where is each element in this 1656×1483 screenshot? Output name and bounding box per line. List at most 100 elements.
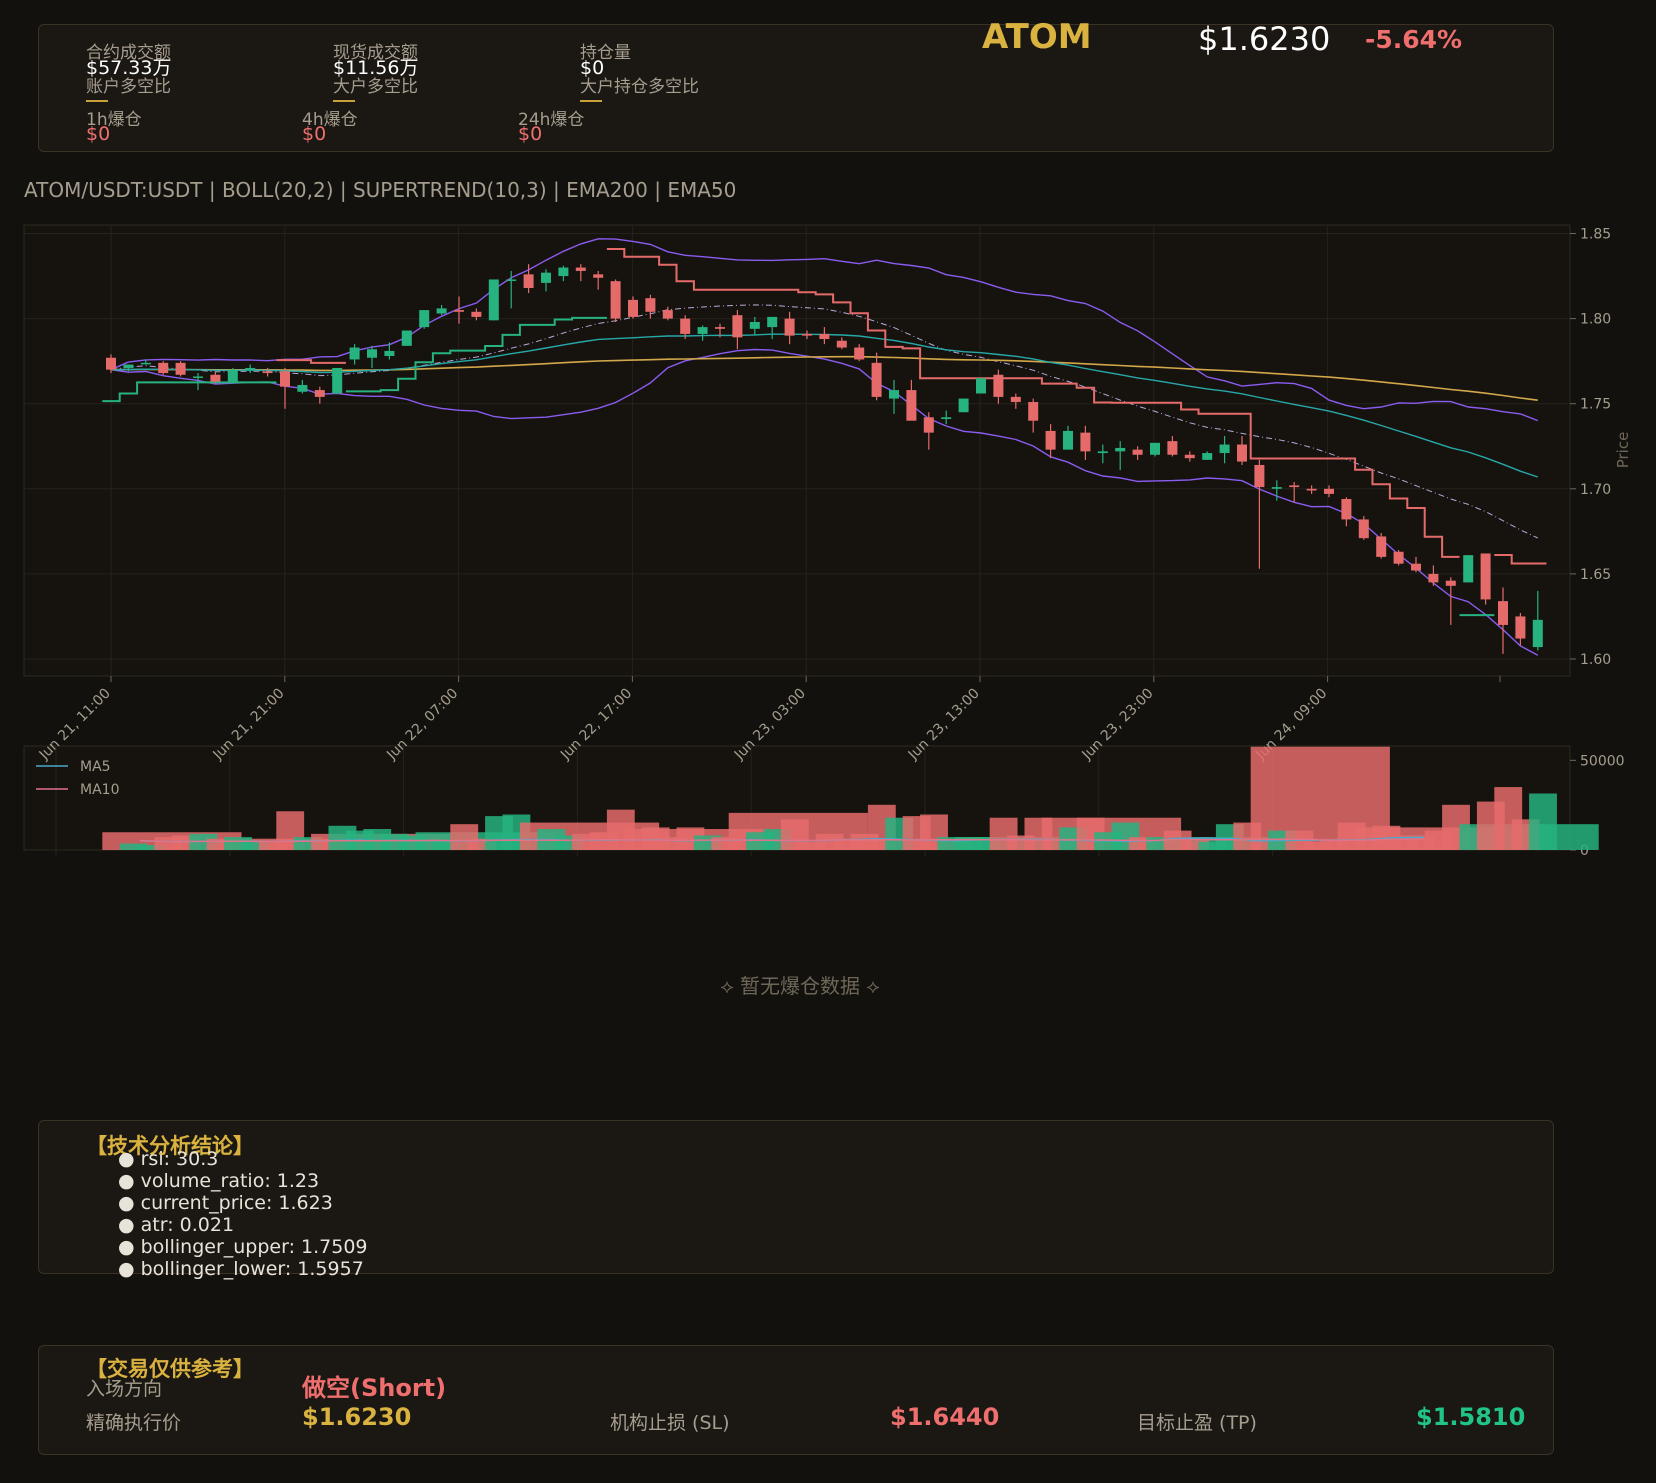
candle-body [1237, 444, 1247, 462]
candle-body [645, 298, 656, 312]
candle-body [1376, 536, 1387, 557]
candle-body [732, 315, 743, 338]
candle-body [541, 272, 551, 283]
candle-body [1132, 449, 1143, 455]
candle-body [889, 390, 899, 399]
price-chart: 1.851.801.751.701.651.60PriceJun 21, 11:… [23, 224, 1632, 859]
candle-body [1010, 396, 1021, 402]
candle-body [436, 308, 447, 314]
analysis-item: current_price: 1.623 [118, 1192, 333, 1214]
candle-body [471, 311, 482, 317]
candle-body [106, 357, 116, 370]
candle-body [1341, 499, 1352, 520]
candle-body [819, 333, 830, 340]
analysis-item: bollinger_lower: 1.5957 [118, 1258, 364, 1280]
analysis-item: volume_ratio: 1.23 [118, 1170, 319, 1192]
legend-label: MA5 [80, 759, 111, 775]
candle-body [1254, 464, 1265, 488]
candle-body [941, 417, 952, 420]
candle-body [680, 318, 691, 334]
candle-body [1324, 488, 1334, 494]
volume-bar [1529, 793, 1557, 850]
y-tick-label: 1.60 [1580, 652, 1611, 668]
analysis-item: atr: 0.021 [118, 1214, 234, 1236]
candle-body [175, 362, 186, 375]
candle-body [836, 340, 847, 348]
candle-body [662, 310, 673, 319]
y-tick-label: 1.65 [1580, 567, 1611, 583]
candle-body [1306, 488, 1317, 491]
volume-y-tick-label: 50000 [1580, 753, 1625, 769]
candle-body [1445, 580, 1456, 586]
candle-body [906, 390, 917, 421]
candle-body [332, 367, 343, 394]
entry-price-value: $1.6230 [302, 1403, 412, 1431]
candle-body [401, 330, 412, 346]
candle-body [1202, 453, 1213, 460]
take-profit-value: $1.5810 [1416, 1403, 1526, 1431]
candle-body [1480, 553, 1491, 600]
candle-body [610, 281, 621, 319]
candle-body [454, 310, 464, 312]
stop-loss-value: $1.6440 [890, 1403, 1000, 1431]
candle-body [1393, 551, 1404, 564]
candle-body [1271, 487, 1282, 489]
candle-body [575, 267, 586, 271]
candle-body [854, 347, 865, 360]
candle-body [767, 316, 778, 328]
analysis-item: rsi: 30.3 [118, 1148, 219, 1170]
candle-body [1358, 519, 1369, 539]
candle-body [1167, 441, 1178, 455]
y-tick-label: 1.80 [1580, 312, 1611, 328]
liquidation-empty-state: ⟡ 暂无爆仓数据 ⟡ [720, 974, 880, 998]
candle-body [314, 390, 325, 397]
candle-body [419, 310, 430, 328]
candle-body [1097, 451, 1108, 454]
candle-body [1515, 616, 1526, 639]
candle-body [1532, 619, 1543, 648]
take-profit-label: 目标止盈 (TP) [1137, 1412, 1257, 1434]
candle-body [1219, 444, 1230, 454]
candle-body [593, 274, 604, 278]
candle-body [923, 417, 934, 433]
candle-body [1028, 401, 1039, 421]
candle-body [280, 371, 290, 387]
legend-label: MA10 [80, 782, 119, 798]
y-tick-label: 1.85 [1580, 227, 1611, 243]
candle-body [1150, 442, 1160, 455]
entry-price-label: 精确执行价 [86, 1412, 182, 1434]
candle-body [1045, 430, 1056, 450]
candle-body [1184, 454, 1195, 459]
y-tick-label: 1.70 [1580, 482, 1611, 498]
candle-body [158, 362, 169, 374]
candle-body [958, 398, 969, 413]
candle-body [123, 364, 134, 368]
candle-body [297, 384, 308, 392]
y-tick-label: 1.75 [1580, 397, 1611, 413]
direction-value: 做空(Short) [302, 1374, 447, 1402]
candle-body [558, 267, 569, 277]
stop-loss-label: 机构止损 (SL) [610, 1412, 730, 1434]
price-plot-area [23, 224, 1571, 677]
candle-body [1498, 601, 1508, 625]
candle-body [1115, 447, 1126, 452]
candle-body [140, 362, 151, 365]
candle-body [245, 367, 256, 370]
candle-body [506, 279, 517, 281]
candle-body [523, 274, 534, 288]
candle-body [1289, 485, 1300, 488]
candle-body [193, 376, 203, 378]
analysis-item: bollinger_upper: 1.7509 [118, 1236, 368, 1258]
candle-body [628, 299, 638, 317]
direction-label: 入场方向 [86, 1378, 163, 1400]
y-axis-label: Price [1614, 432, 1632, 469]
candle-body [715, 327, 725, 329]
candle-body [384, 350, 395, 357]
candle-body [210, 374, 221, 382]
candle-body [784, 318, 795, 336]
candle-body [262, 371, 273, 374]
candle-body [367, 349, 377, 358]
candle-body [802, 333, 812, 336]
candle-body [697, 327, 708, 334]
candle-body [1463, 555, 1474, 583]
